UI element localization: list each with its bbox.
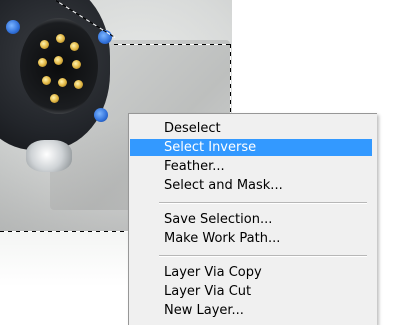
selection-marquee-top (114, 44, 231, 45)
selection-marquee-bottom (0, 231, 128, 232)
menu-item-select-and-mask[interactable]: Select and Mask... (130, 177, 372, 194)
cable-gland (26, 140, 72, 172)
menu-item-select-inverse[interactable]: Select Inverse (130, 139, 372, 156)
menu-separator (159, 255, 367, 257)
menu-item-layer-via-copy[interactable]: Layer Via Copy (130, 264, 372, 281)
menu-item-make-work-path[interactable]: Make Work Path... (130, 230, 372, 247)
menu-item-new-layer[interactable]: New Layer... (130, 302, 372, 319)
menu-item-feather[interactable]: Feather... (130, 158, 372, 175)
connector-socket (20, 18, 98, 114)
menu-item-layer-via-cut[interactable]: Layer Via Cut (130, 283, 372, 300)
menu-separator (159, 202, 367, 204)
menu-item-deselect[interactable]: Deselect (130, 120, 372, 137)
context-menu: Deselect Select Inverse Feather... Selec… (128, 113, 377, 325)
menu-item-save-selection[interactable]: Save Selection... (130, 211, 372, 228)
